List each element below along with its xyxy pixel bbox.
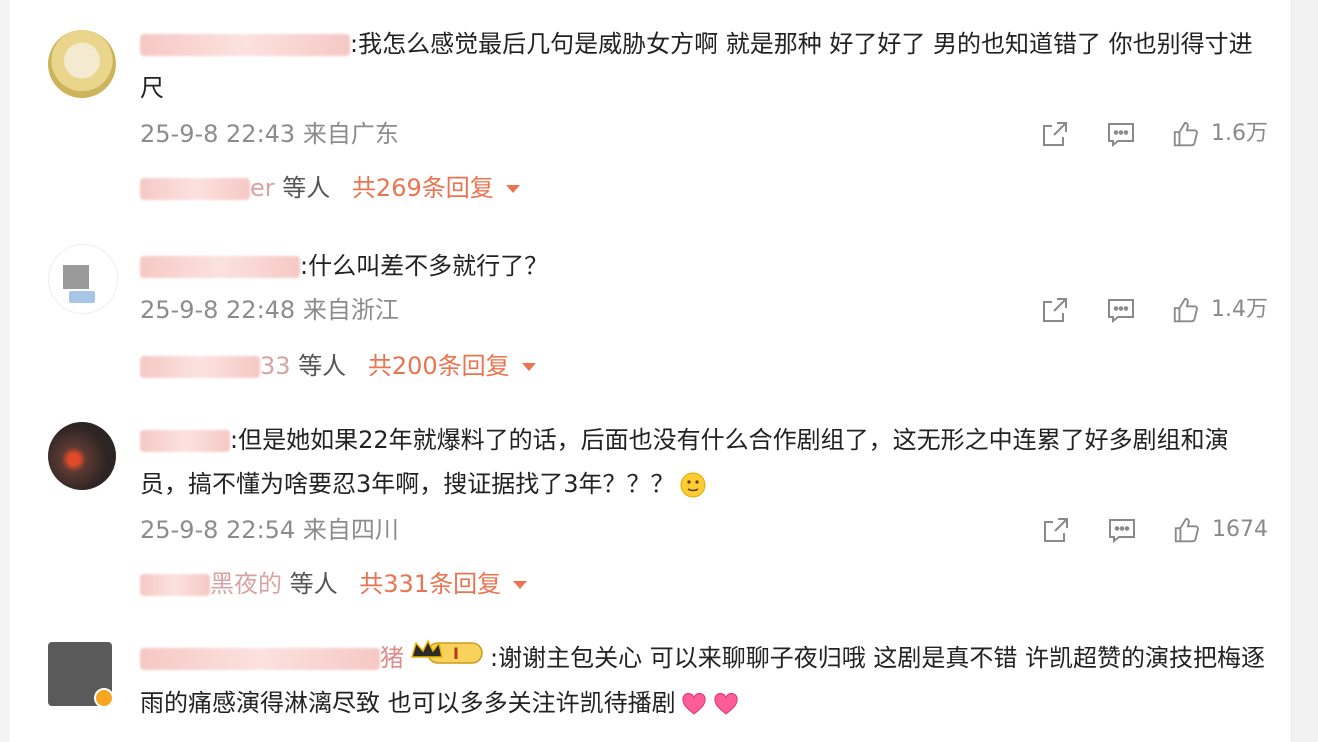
comment-feed: :我怎么感觉最后几句是威胁女方啊 就是那种 好了好了 男的也知道错了 你也别得寸… (0, 0, 1318, 742)
like-icon (1173, 297, 1198, 323)
share-icon (1044, 518, 1068, 542)
replies-toggle[interactable]: 33 等人 共200条回复 (140, 346, 1268, 386)
comment-meta: 25-9-8 22:48 来自浙江 1.4万 (140, 290, 1268, 330)
like-count: 1674 (1212, 517, 1268, 542)
reply-button[interactable] (1106, 514, 1138, 546)
comment-icon (1108, 299, 1134, 324)
heart-emoji-icon (682, 692, 706, 715)
reply-who: 等人 (298, 352, 347, 380)
username[interactable] (140, 418, 230, 462)
comment-meta: 25-9-8 22:54 来自四川 1674 (140, 510, 1268, 550)
comment-icon (1108, 123, 1134, 148)
comment-time: 25-9-8 22:54 (140, 516, 296, 544)
left-edge (0, 0, 10, 742)
replies-toggle[interactable]: 黑夜的 等人 共331条回复 (140, 564, 1268, 604)
avatar[interactable] (48, 642, 112, 706)
reply-username-tail: 黑夜的 (210, 570, 282, 598)
comment-actions: 1.4万 (1005, 290, 1268, 330)
like-count: 1.4万 (1211, 297, 1268, 322)
username[interactable] (140, 22, 350, 66)
username-tail: 猪 (380, 644, 404, 672)
caret-down-icon (521, 363, 536, 371)
share-button[interactable] (1039, 118, 1071, 150)
reply-usernames (140, 346, 260, 386)
like-count: 1.6万 (1211, 121, 1268, 146)
reply-usernames (140, 168, 250, 208)
comment-location: 来自广东 (302, 120, 399, 148)
reply-button[interactable] (1105, 294, 1137, 326)
like-icon (1173, 121, 1198, 147)
reply-who: 等人 (282, 174, 331, 202)
like-icon (1174, 517, 1199, 543)
reply-count[interactable]: 共331条回复 (359, 570, 501, 598)
caret-down-icon (513, 581, 528, 589)
comment-location: 来自四川 (302, 516, 399, 544)
comment-text-block: :但是她如果22年就爆料了的话，后面也没有什么合作剧组了，这无形之中连累了好多剧… (140, 418, 1268, 506)
share-icon (1043, 298, 1067, 322)
like-button[interactable]: 1.4万 (1171, 290, 1268, 330)
avatar[interactable] (48, 422, 116, 490)
emoji-icon (680, 472, 706, 498)
share-icon (1043, 122, 1067, 146)
reply-username-tail: er (250, 174, 275, 202)
reply-button[interactable] (1105, 118, 1137, 150)
reply-count[interactable]: 共200条回复 (368, 352, 510, 380)
comment-text-block: :什么叫差不多就行了？ (140, 244, 1268, 288)
reply-username-tail: 33 (260, 352, 291, 380)
comment-time: 25-9-8 22:43 (140, 120, 296, 148)
comment-text: :什么叫差不多就行了？ (300, 252, 549, 280)
heart-emoji-icon (714, 692, 738, 715)
like-button[interactable]: 1674 (1172, 510, 1268, 550)
avatar[interactable] (48, 30, 116, 98)
reply-usernames (140, 564, 210, 604)
reply-count[interactable]: 共269条回复 (352, 174, 494, 202)
scrollbar[interactable] (1291, 0, 1318, 742)
comment-location: 来自浙江 (302, 296, 399, 324)
crown-badge[interactable]: I (410, 637, 484, 681)
comment-time: 25-9-8 22:48 (140, 296, 296, 324)
username[interactable] (140, 244, 300, 288)
reply-who: 等人 (289, 570, 338, 598)
comment-text-block: 猪 I:谢谢主包关心 可以来聊聊子夜归哦 这剧是真不错 许凯超赞的演技把梅逐雨的痛… (140, 636, 1268, 725)
username[interactable] (140, 636, 380, 680)
replies-toggle[interactable]: er 等人 共269条回复 (140, 168, 1268, 208)
share-button[interactable] (1039, 294, 1071, 326)
comment-icon (1109, 519, 1135, 544)
share-button[interactable] (1040, 514, 1072, 546)
comment-meta: 25-9-8 22:43 来自广东 1.6万 (140, 114, 1268, 154)
crown-badge-icon: I (411, 639, 483, 664)
avatar[interactable] (48, 244, 118, 314)
comment-actions: 1674 (1006, 510, 1268, 550)
badge-level: I (453, 644, 459, 663)
comment-actions: 1.6万 (1005, 114, 1268, 154)
comment-text-block: :我怎么感觉最后几句是威胁女方啊 就是那种 好了好了 男的也知道错了 你也别得寸… (140, 22, 1268, 110)
caret-down-icon (505, 185, 520, 193)
like-button[interactable]: 1.6万 (1171, 114, 1268, 154)
